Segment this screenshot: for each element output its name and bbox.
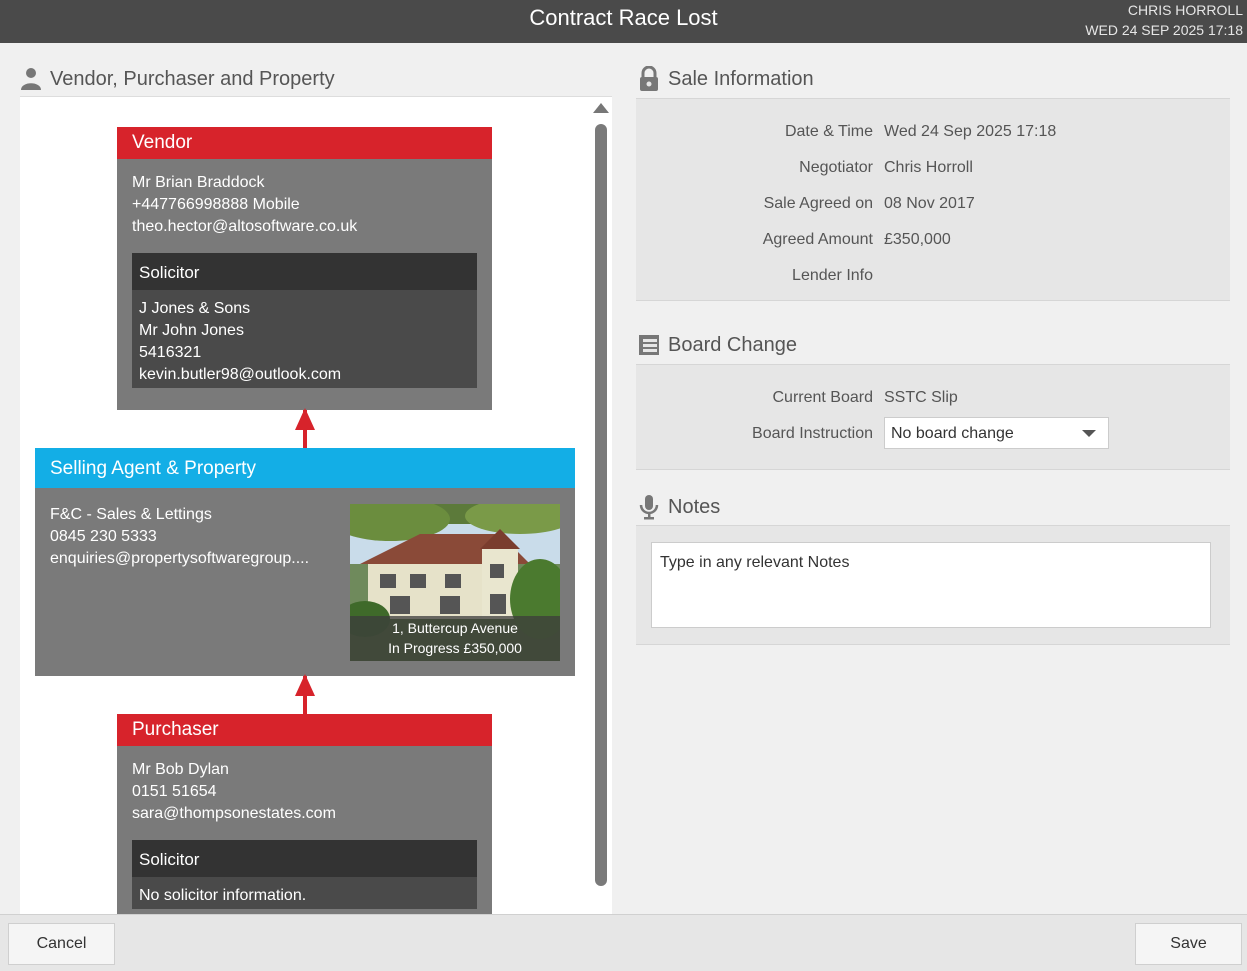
vendor-email[interactable]: theo.hector@altosoftware.co.uk [132, 216, 477, 238]
vendor-solicitor-title: Solicitor [132, 253, 477, 290]
select-value: No board change [891, 425, 1014, 442]
purchaser-card-title: Purchaser [117, 714, 492, 746]
notes-textarea[interactable]: Type in any relevant Notes [651, 542, 1211, 628]
purchaser-solicitor-title: Solicitor [132, 840, 477, 877]
vendor-solicitor-firm: J Jones & Sons [139, 300, 251, 317]
lock-icon [638, 65, 660, 92]
window-title: Contract Race Lost [529, 5, 718, 30]
vendor-purchaser-property-header: Vendor, Purchaser and Property [20, 64, 335, 94]
agent-email[interactable]: enquiries@propertysoftwaregroup.... [50, 548, 330, 570]
board-change-header: Board Change [638, 330, 797, 360]
agent-phone[interactable]: 0845 230 5333 [50, 526, 330, 548]
vendor-card[interactable]: Vendor Mr Brian Braddock +447766998888 M… [117, 127, 492, 410]
section-title: Notes [668, 495, 721, 518]
purchaser-phone[interactable]: 0151 51654 [132, 781, 477, 803]
user-name: CHRIS HORROLL [1127, 2, 1243, 18]
purchaser-name: Mr Bob Dylan [132, 761, 229, 778]
scrollbar-thumb[interactable] [595, 124, 607, 886]
title-bar: Contract Race Lost CHRIS HORROLL WED 24 … [0, 0, 1247, 43]
notes-header: Notes [638, 492, 720, 522]
user-datetime: WED 24 SEP 2025 17:18 [1085, 22, 1243, 38]
field-value: Chris Horroll [884, 159, 973, 176]
notes-placeholder: Type in any relevant Notes [660, 554, 850, 571]
field-value: 08 Nov 2017 [884, 195, 975, 212]
footer-bar: Cancel Save [0, 914, 1247, 971]
vendor-solicitor-name: Mr John Jones [139, 322, 244, 339]
agent-name: F&C - Sales & Lettings [50, 506, 212, 523]
purchaser-solicitor-info: No solicitor information. [139, 887, 307, 904]
chevron-down-icon [1082, 430, 1096, 437]
vendor-solicitor-phone[interactable]: 5416321 [139, 342, 470, 364]
field-value: £350,000 [884, 231, 951, 248]
field-label: Agreed Amount [762, 231, 873, 248]
field-label: Sale Agreed on [763, 195, 873, 212]
user-info: CHRIS HORROLL WED 24 SEP 2025 17:18 [1085, 0, 1243, 40]
save-button[interactable]: Save [1135, 923, 1242, 965]
property-caption: 1, Buttercup Avenue In Progress £350,000 [350, 616, 560, 661]
field-label: Lender Info [792, 267, 873, 284]
property-photo[interactable]: 1, Buttercup Avenue In Progress £350,000 [350, 504, 560, 661]
person-icon [20, 66, 42, 92]
selling-agent-title: Selling Agent & Property [35, 448, 575, 488]
field-label: Board Instruction [752, 425, 873, 442]
sale-information-panel: Date & Time Wed 24 Sep 2025 17:18 Negoti… [636, 98, 1230, 301]
field-value: Wed 24 Sep 2025 17:18 [884, 123, 1057, 140]
field-label: Current Board [772, 389, 874, 406]
board-instruction-select[interactable]: No board change [884, 417, 1109, 449]
section-title: Vendor, Purchaser and Property [50, 67, 335, 90]
property-status: In Progress £350,000 [388, 640, 522, 656]
vendor-solicitor-box[interactable]: Solicitor J Jones & Sons Mr John Jones 5… [132, 253, 477, 388]
field-label: Date & Time [784, 123, 873, 140]
scroll-up-arrow-icon[interactable] [593, 103, 609, 113]
purchaser-email[interactable]: sara@thompsonestates.com [132, 803, 477, 825]
selling-agent-card[interactable]: Selling Agent & Property F&C - Sales & L… [35, 448, 575, 676]
sale-information-header: Sale Information [638, 64, 814, 94]
current-board-value: SSTC Slip [884, 389, 958, 406]
microphone-icon [638, 494, 660, 520]
property-address: 1, Buttercup Avenue [392, 620, 518, 636]
board-change-panel: Current Board SSTC Slip Board Instructio… [636, 364, 1230, 470]
vendor-phone[interactable]: +447766998888 Mobile [132, 194, 477, 216]
cancel-button[interactable]: Cancel [8, 923, 115, 965]
notes-panel: Type in any relevant Notes [636, 525, 1230, 645]
vendor-name: Mr Brian Braddock [132, 174, 265, 191]
purchaser-card[interactable]: Purchaser Mr Bob Dylan 0151 51654 sara@t… [117, 714, 492, 914]
up-arrow-icon [295, 674, 315, 714]
field-label: Negotiator [799, 159, 873, 176]
purchaser-solicitor-box[interactable]: Solicitor No solicitor information. [132, 840, 477, 909]
vendor-solicitor-email[interactable]: kevin.butler98@outlook.com [139, 364, 470, 386]
board-icon [638, 332, 660, 358]
section-title: Board Change [668, 333, 797, 356]
vendor-card-title: Vendor [117, 127, 492, 159]
up-arrow-icon [295, 408, 315, 448]
section-title: Sale Information [668, 67, 814, 90]
